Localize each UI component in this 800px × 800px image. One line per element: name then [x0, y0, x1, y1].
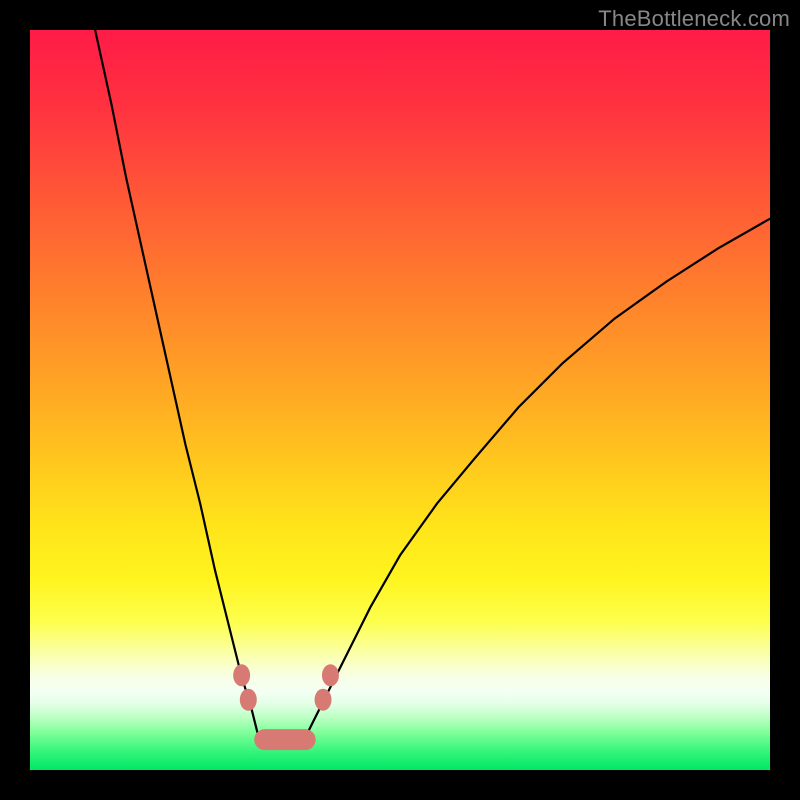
curve-layer	[30, 30, 770, 770]
trough-markers	[233, 664, 339, 750]
watermark-text: TheBottleneck.com	[598, 6, 790, 32]
trough-bead-1	[240, 689, 257, 711]
trough-bead-0	[233, 664, 250, 686]
trough-bead-3	[322, 664, 339, 686]
curve-right-branch	[304, 219, 770, 741]
plot-area	[30, 30, 770, 770]
trough-bead-2	[315, 689, 332, 711]
chart-frame: TheBottleneck.com	[0, 0, 800, 800]
curve-left-branch	[95, 30, 259, 740]
trough-bar	[254, 729, 315, 750]
